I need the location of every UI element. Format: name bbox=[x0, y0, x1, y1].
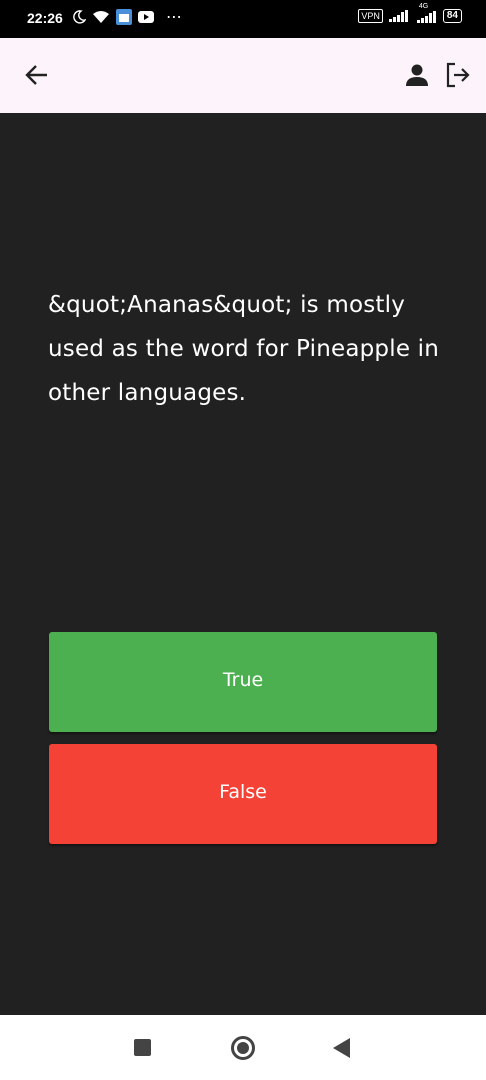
back-button[interactable] bbox=[20, 58, 54, 92]
arrow-left-icon bbox=[25, 65, 47, 85]
navigation-bar bbox=[0, 1015, 486, 1080]
home-circle-icon[interactable] bbox=[231, 1036, 255, 1060]
signal-4g-icon: 4G bbox=[415, 3, 437, 23]
false-button-label: False bbox=[219, 781, 267, 803]
moon-icon bbox=[73, 10, 86, 24]
back-triangle-icon[interactable] bbox=[333, 1038, 350, 1058]
logout-icon bbox=[446, 62, 470, 88]
true-button[interactable]: True bbox=[49, 632, 437, 732]
system-icons: VPN 4G 84 bbox=[358, 3, 462, 23]
question-text: &quot;Ananas&quot; is mostly used as the… bbox=[48, 292, 440, 406]
vpn-badge: VPN bbox=[358, 9, 383, 23]
status-time: 22:26 bbox=[27, 10, 63, 26]
battery-indicator: 84 bbox=[442, 9, 462, 23]
recents-square-icon[interactable] bbox=[134, 1039, 151, 1056]
signal-icon bbox=[388, 10, 408, 22]
calendar-app-icon bbox=[116, 9, 132, 25]
false-button[interactable]: False bbox=[49, 744, 437, 844]
person-icon bbox=[406, 64, 428, 86]
more-notifications-icon: ⋯ bbox=[166, 7, 183, 26]
network-type: 4G bbox=[418, 3, 429, 10]
status-bar: 22:26 ⋯ VPN 4G 84 bbox=[0, 0, 486, 38]
app-bar bbox=[0, 38, 486, 113]
account-button[interactable] bbox=[400, 58, 434, 92]
notification-icons: ⋯ bbox=[72, 9, 183, 25]
home-dot bbox=[237, 1042, 249, 1054]
wifi-heart-icon bbox=[93, 11, 109, 23]
true-button-label: True bbox=[222, 669, 264, 691]
youtube-icon bbox=[138, 11, 154, 23]
logout-button[interactable] bbox=[441, 58, 475, 92]
